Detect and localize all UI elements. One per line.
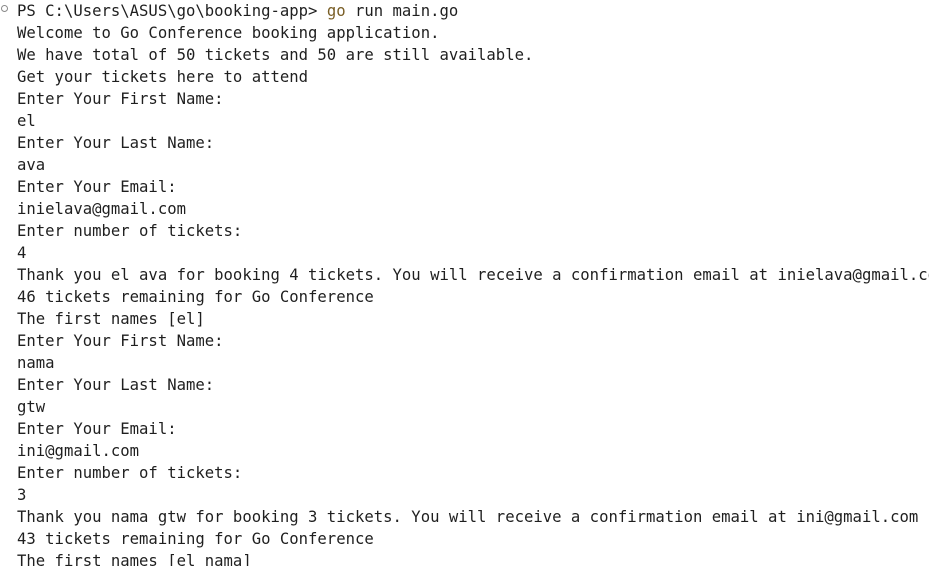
output-line: 4: [17, 244, 27, 262]
output-line: Enter Your First Name:: [17, 332, 224, 350]
output-line: inielava@gmail.com: [17, 200, 186, 218]
output-line: Get your tickets here to attend: [17, 68, 309, 86]
terminal-output: PS C:\Users\ASUS\go\booking-app> go run …: [17, 0, 929, 566]
output-line: gtw: [17, 398, 46, 416]
output-line: Enter Your Last Name:: [17, 376, 215, 394]
output-line: The first names [el]: [17, 310, 205, 328]
output-line: Enter Your First Name:: [17, 90, 224, 108]
output-line: Thank you nama gtw for booking 3 tickets…: [17, 508, 919, 526]
output-line: nama: [17, 354, 55, 372]
output-line: el: [17, 112, 36, 130]
output-line: 46 tickets remaining for Go Conference: [17, 288, 374, 306]
command-decoration-icon[interactable]: [1, 5, 8, 12]
output-line: Enter Your Last Name:: [17, 134, 215, 152]
output-line: Thank you el ava for booking 4 tickets. …: [17, 266, 929, 284]
output-line: Enter Your Email:: [17, 420, 177, 438]
output-line: 43 tickets remaining for Go Conference: [17, 530, 374, 548]
shell-prompt: PS C:\Users\ASUS\go\booking-app>: [17, 2, 327, 20]
output-line: ini@gmail.com: [17, 442, 140, 460]
output-line: ava: [17, 156, 46, 174]
command-line: PS C:\Users\ASUS\go\booking-app> go run …: [17, 0, 929, 22]
output-line: Enter Your Email:: [17, 178, 177, 196]
output-line: We have total of 50 tickets and 50 are s…: [17, 46, 534, 64]
output-line: 3: [17, 486, 27, 504]
output-line: Enter number of tickets:: [17, 464, 243, 482]
output-line: Enter number of tickets:: [17, 222, 243, 240]
terminal-panel[interactable]: PS C:\Users\ASUS\go\booking-app> go run …: [0, 0, 929, 566]
output-line: The first names [el nama]: [17, 552, 252, 566]
output-line: Welcome to Go Conference booking applica…: [17, 24, 440, 42]
command-keyword: go: [326, 2, 346, 20]
command-args: run main.go: [345, 2, 459, 20]
